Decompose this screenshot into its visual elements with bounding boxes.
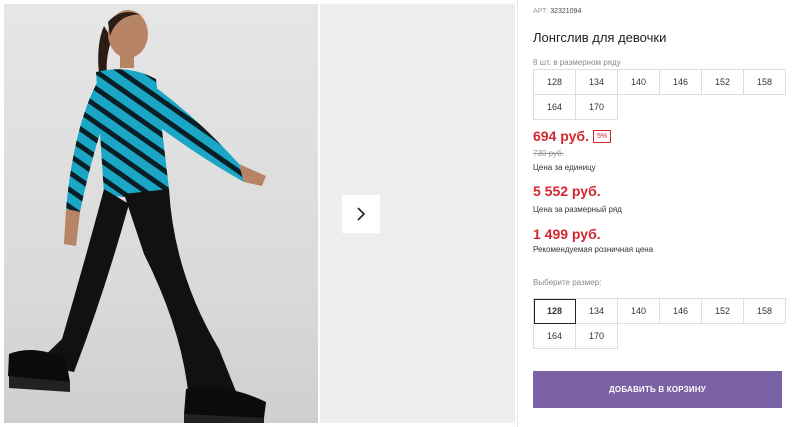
size-option[interactable]: 170 [576,324,618,349]
old-price: 730 руб. [533,149,564,158]
size-selector: 128 134 140 146 152 158 164 170 [533,298,786,349]
panel-divider [517,0,518,427]
product-photo [4,4,318,423]
pack-label: 8 шт. в размерном ряду [533,58,621,67]
pack-size-cell: 170 [576,95,618,120]
size-option[interactable]: 152 [702,299,744,324]
size-select-label: Выберите размер: [533,278,602,287]
pack-size-cell: 152 [702,70,744,95]
product-title: Лонгслив для девочки [533,30,667,45]
product-gallery [0,0,515,427]
size-option[interactable]: 134 [576,299,618,324]
article-label: АРТ: [533,8,549,15]
row-price-caption: Цена за размерный ряд [533,205,622,214]
chevron-right-icon [357,207,366,221]
pack-size-grid: 128 134 140 146 152 158 164 170 [533,69,786,120]
size-option[interactable]: 140 [618,299,660,324]
model-illustration [8,10,266,423]
article-number: АРТ: 32321094 [533,8,581,15]
size-option[interactable]: 164 [534,324,576,349]
unit-price-caption: Цена за единицу [533,163,596,172]
rrp-price: 1 499 руб. [533,226,601,242]
article-value: 32321094 [550,8,582,15]
size-option[interactable]: 146 [660,299,702,324]
pack-size-cell: 158 [744,70,786,95]
unit-price: 694 руб. [533,128,589,144]
size-option[interactable]: 158 [744,299,786,324]
pack-size-cell: 134 [576,70,618,95]
add-to-cart-button[interactable]: ДОБАВИТЬ В КОРЗИНУ [533,371,782,408]
pack-size-cell: 128 [534,70,576,95]
size-option-selected[interactable]: 128 [534,299,576,324]
discount-badge: 5% [593,130,612,143]
rrp-price-caption: Рекомендуемая розничная цена [533,245,654,254]
row-price: 5 552 руб. [533,183,601,199]
pack-size-cell: 140 [618,70,660,95]
pack-size-cell: 146 [660,70,702,95]
pack-size-cell: 164 [534,95,576,120]
gallery-next-button[interactable] [342,195,380,233]
